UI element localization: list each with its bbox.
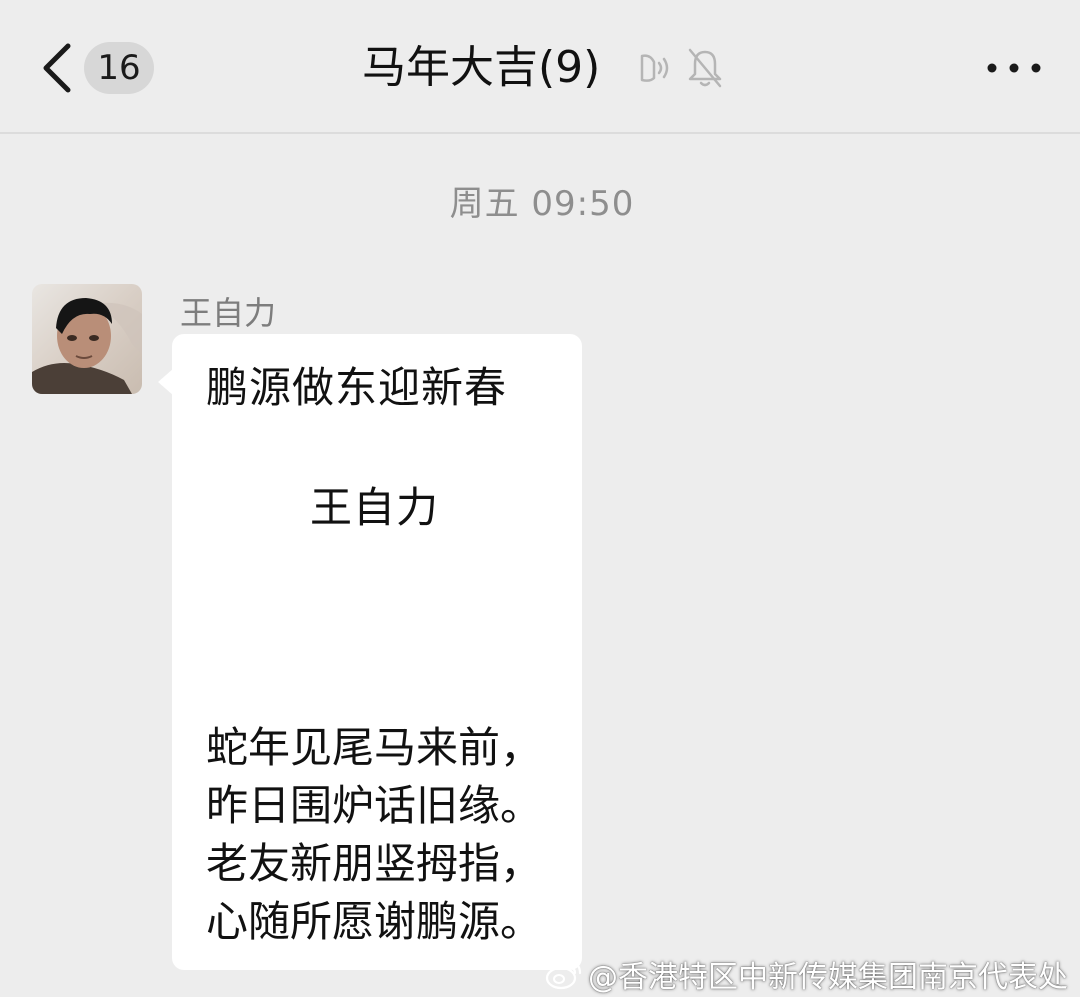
poem-title: 鹏源做东迎新春 bbox=[206, 363, 508, 412]
chat-header: 16 马年大吉(9) bbox=[0, 0, 1080, 134]
chevron-left-icon bbox=[43, 43, 71, 93]
sender-name: 王自力 bbox=[180, 294, 277, 332]
voice-icon bbox=[640, 54, 669, 82]
more-options-button[interactable] bbox=[978, 44, 1050, 92]
chat-screen: 16 马年大吉(9) 周五 09:50 王自力 鹏源做东迎新春 王自力 蛇年见尾… bbox=[0, 0, 1080, 997]
sender-avatar[interactable] bbox=[32, 284, 142, 394]
back-button[interactable]: 16 bbox=[36, 38, 154, 98]
poem-line: 昨日围炉话旧缘。 bbox=[206, 781, 543, 830]
avatar-photo bbox=[32, 284, 142, 394]
poem-line: 蛇年见尾马来前， bbox=[206, 723, 543, 772]
poem-author: 王自力 bbox=[310, 483, 440, 532]
bell-muted-icon bbox=[688, 48, 722, 88]
watermark: @香港特区中新传媒集团南京代表处 bbox=[544, 952, 1068, 996]
unread-count-badge: 16 bbox=[84, 42, 154, 94]
chat-title: 马年大吉(9) bbox=[362, 42, 601, 93]
message-timestamp: 周五 09:50 bbox=[449, 184, 635, 224]
poem-line: 心随所愿谢鹏源。 bbox=[206, 897, 543, 946]
watermark-text: @香港特区中新传媒集团南京代表处 bbox=[588, 960, 1068, 995]
weibo-icon bbox=[545, 961, 582, 990]
poem-line: 老友新朋竖拇指， bbox=[206, 839, 543, 888]
